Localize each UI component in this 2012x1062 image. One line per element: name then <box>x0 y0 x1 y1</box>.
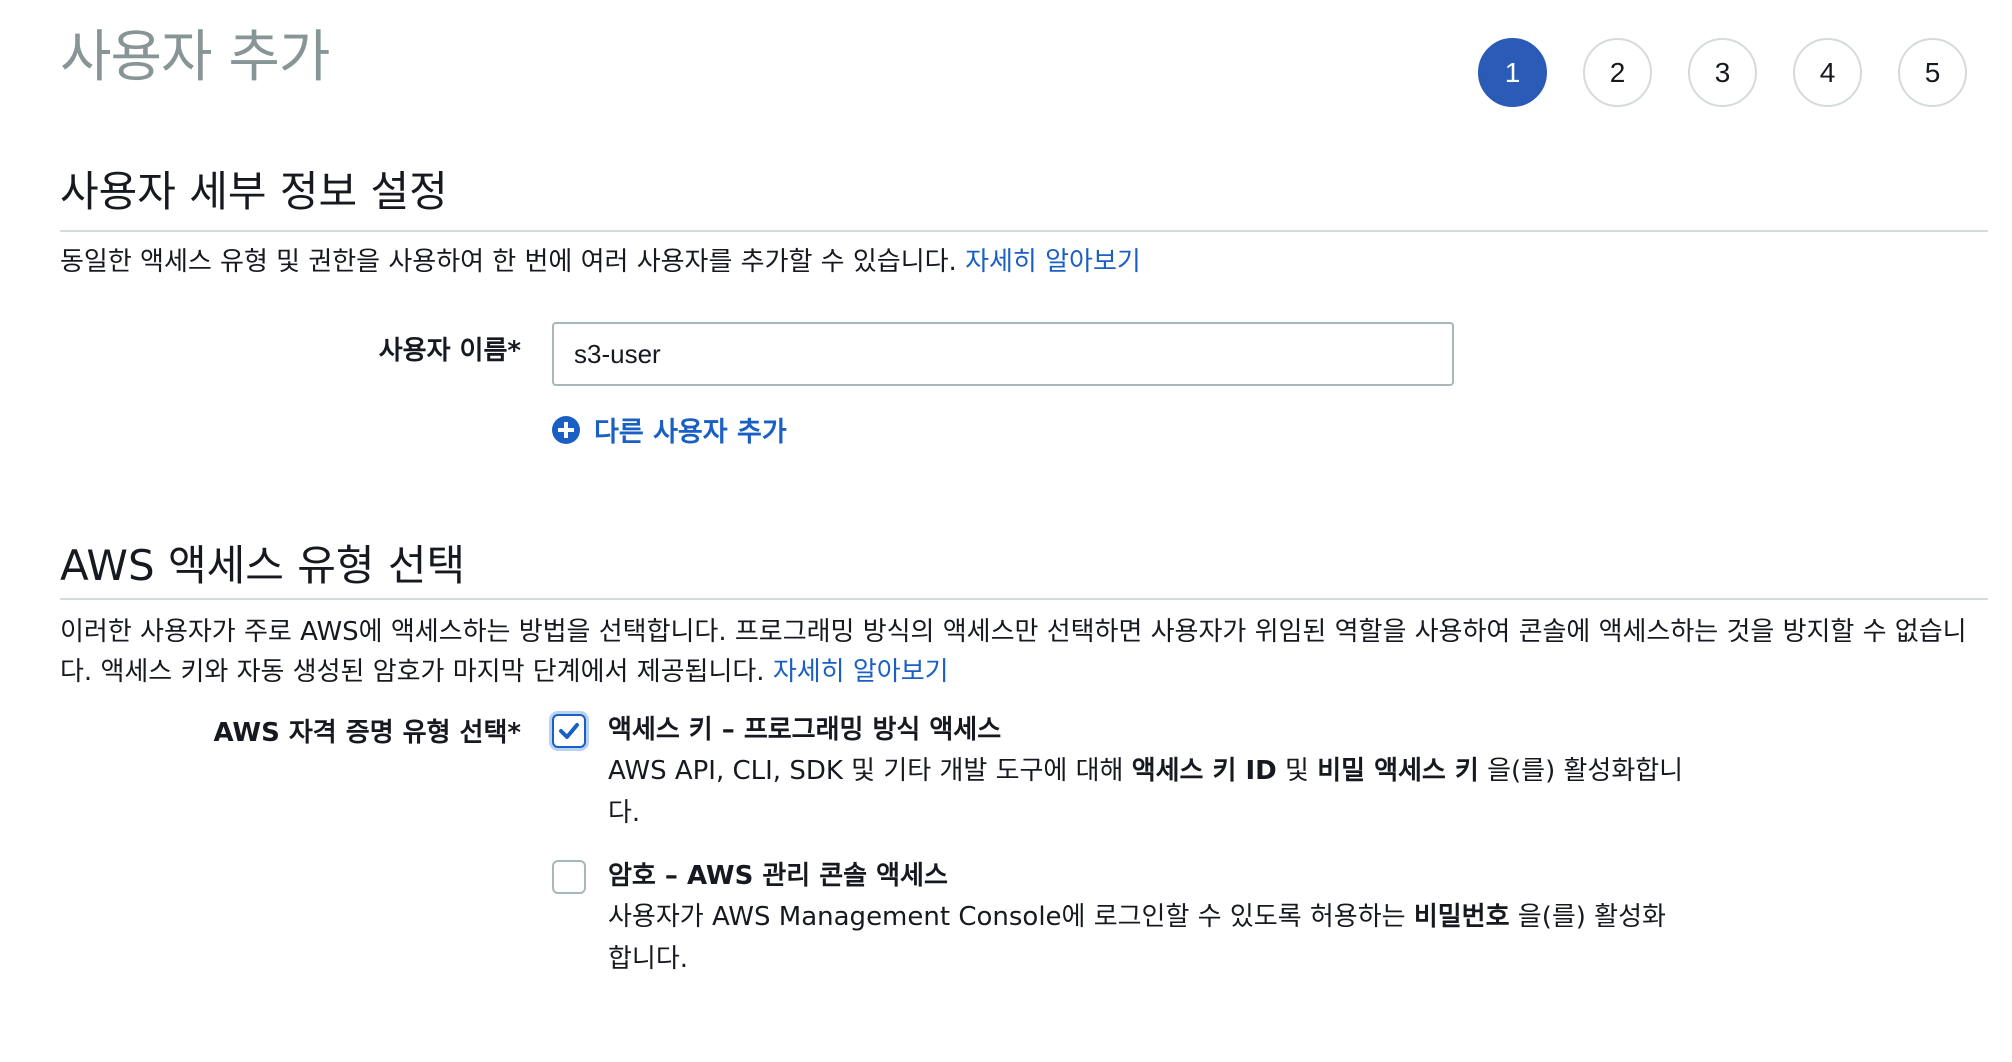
details-section-heading: 사용자 세부 정보 설정 <box>60 167 448 216</box>
wizard-steps: 1 2 3 4 5 <box>1478 38 1967 107</box>
password-option: 암호 – AWS 관리 콘솔 액세스 사용자가 AWS Management C… <box>552 856 1686 980</box>
credential-type-label: AWS 자격 증명 유형 선택* <box>213 718 521 748</box>
details-divider <box>60 230 1988 232</box>
step-3[interactable]: 3 <box>1688 38 1757 107</box>
details-description-text: 동일한 액세스 유형 및 권한을 사용하여 한 번에 여러 사용자를 추가할 수… <box>60 247 957 277</box>
password-desc-prefix: 사용자가 AWS Management Console에 로그인할 수 있도록 … <box>608 902 1414 932</box>
password-checkbox[interactable] <box>552 860 586 894</box>
access-key-desc-prefix: AWS API, CLI, SDK 및 기타 개발 도구에 대해 <box>608 756 1132 786</box>
access-divider <box>60 598 1988 600</box>
access-description-text: 이러한 사용자가 주로 AWS에 액세스하는 방법을 선택합니다. 프로그래밍 … <box>60 617 1967 687</box>
access-key-id-bold: 액세스 키 ID <box>1131 756 1277 786</box>
password-bold: 비밀번호 <box>1413 902 1510 932</box>
secret-access-key-bold: 비밀 액세스 키 <box>1317 756 1479 786</box>
step-4[interactable]: 4 <box>1793 38 1862 107</box>
password-title: 암호 – AWS 관리 콘솔 액세스 <box>608 861 948 891</box>
access-key-option: 액세스 키 – 프로그래밍 방식 액세스 AWS API, CLI, SDK 및… <box>552 710 1686 834</box>
access-key-checkbox[interactable] <box>552 714 586 748</box>
page-title: 사용자 추가 <box>60 25 330 90</box>
details-learn-more-link[interactable]: 자세히 알아보기 <box>965 247 1141 277</box>
access-section-heading: AWS 액세스 유형 선택 <box>60 541 466 590</box>
add-another-user-button[interactable]: 다른 사용자 추가 <box>552 410 787 449</box>
step-1[interactable]: 1 <box>1478 38 1547 107</box>
access-key-desc-mid: 및 <box>1276 756 1318 786</box>
password-description: 사용자가 AWS Management Console에 로그인할 수 있도록 … <box>608 896 1686 980</box>
add-another-user-label: 다른 사용자 추가 <box>594 417 787 448</box>
step-5[interactable]: 5 <box>1898 38 1967 107</box>
access-key-description: AWS API, CLI, SDK 및 기타 개발 도구에 대해 액세스 키 I… <box>608 750 1686 834</box>
access-learn-more-link[interactable]: 자세히 알아보기 <box>773 657 949 687</box>
checkmark-icon <box>559 723 579 739</box>
plus-circle-icon <box>552 415 580 444</box>
access-key-title: 액세스 키 – 프로그래밍 방식 액세스 <box>608 715 1002 745</box>
username-label: 사용자 이름* <box>378 336 521 366</box>
access-description: 이러한 사용자가 주로 AWS에 액세스하는 방법을 선택합니다. 프로그래밍 … <box>60 612 1990 692</box>
username-input[interactable] <box>552 322 1454 386</box>
step-2[interactable]: 2 <box>1583 38 1652 107</box>
details-description: 동일한 액세스 유형 및 권한을 사용하여 한 번에 여러 사용자를 추가할 수… <box>60 242 1141 282</box>
